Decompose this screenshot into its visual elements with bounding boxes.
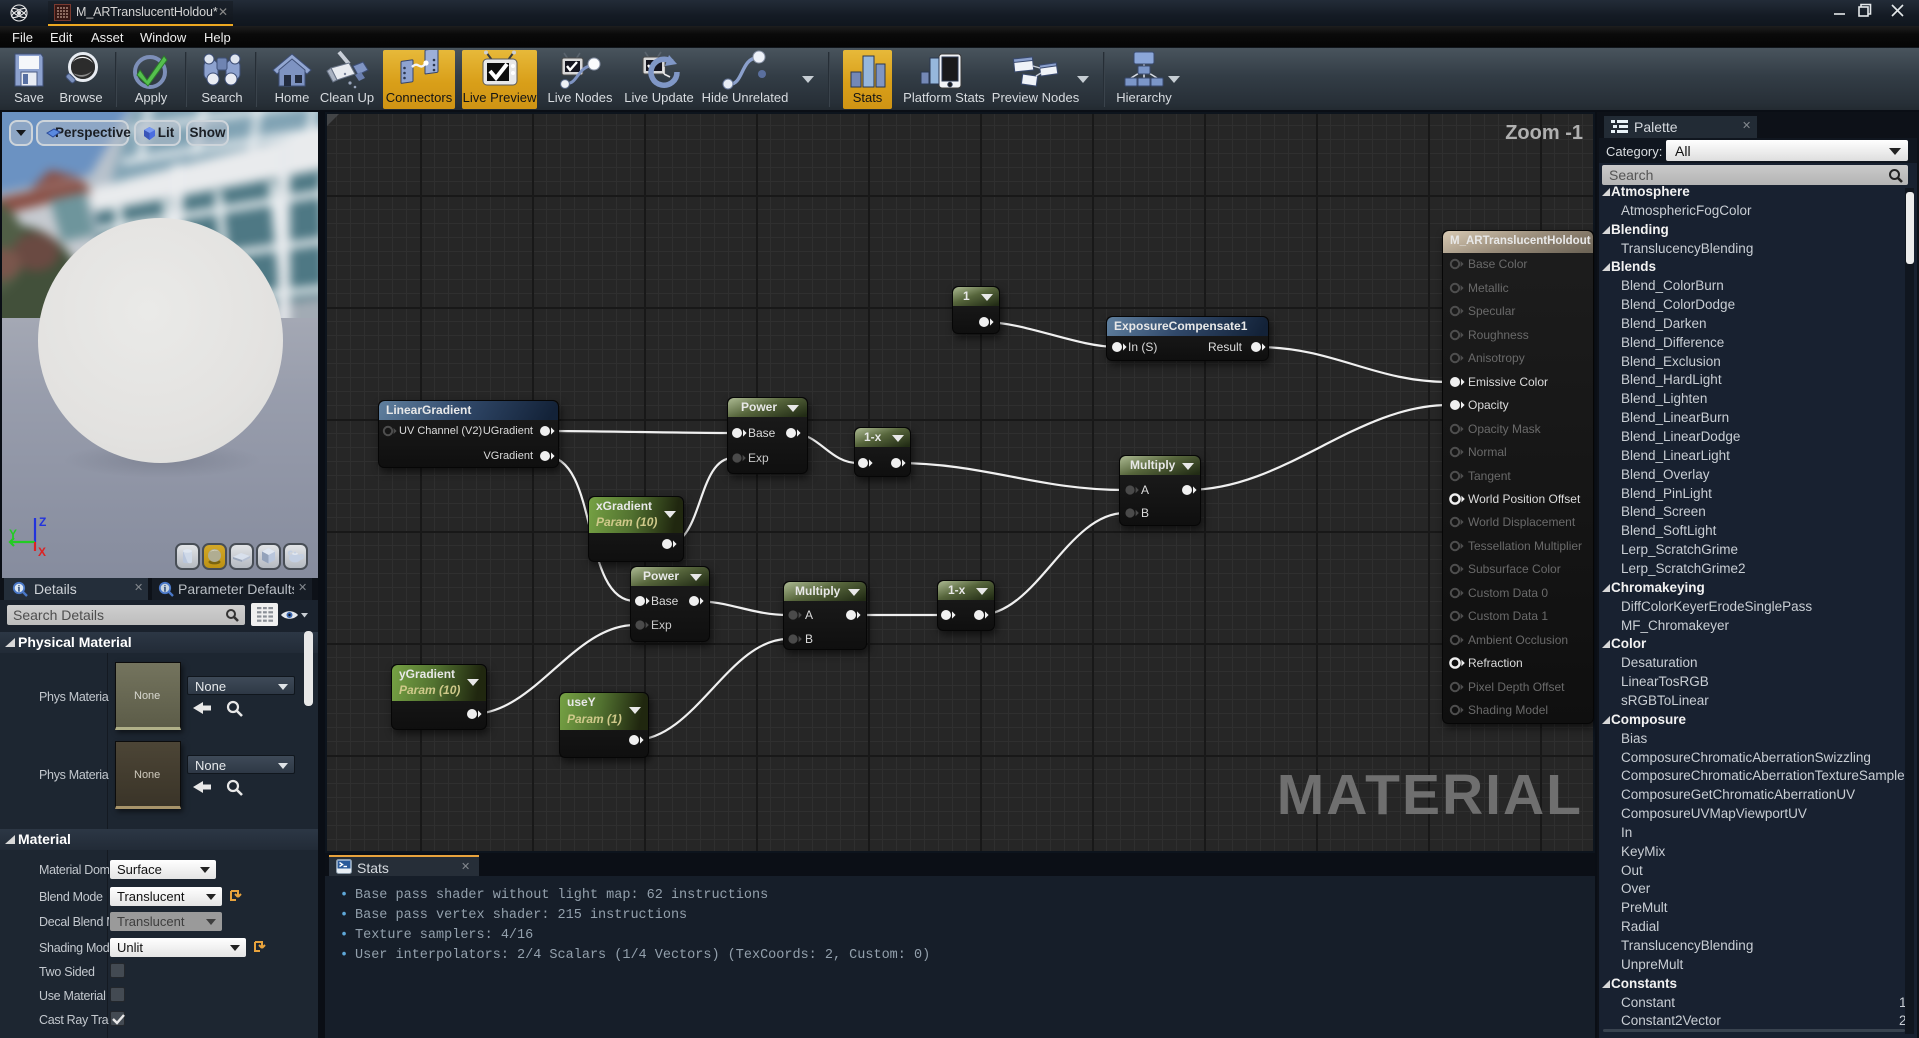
svg-text:X: X	[38, 545, 46, 559]
svg-text:i: i	[18, 585, 21, 595]
svg-text:Z: Z	[39, 515, 46, 529]
svg-text:i: i	[164, 585, 167, 595]
svg-text:Y: Y	[9, 527, 17, 541]
